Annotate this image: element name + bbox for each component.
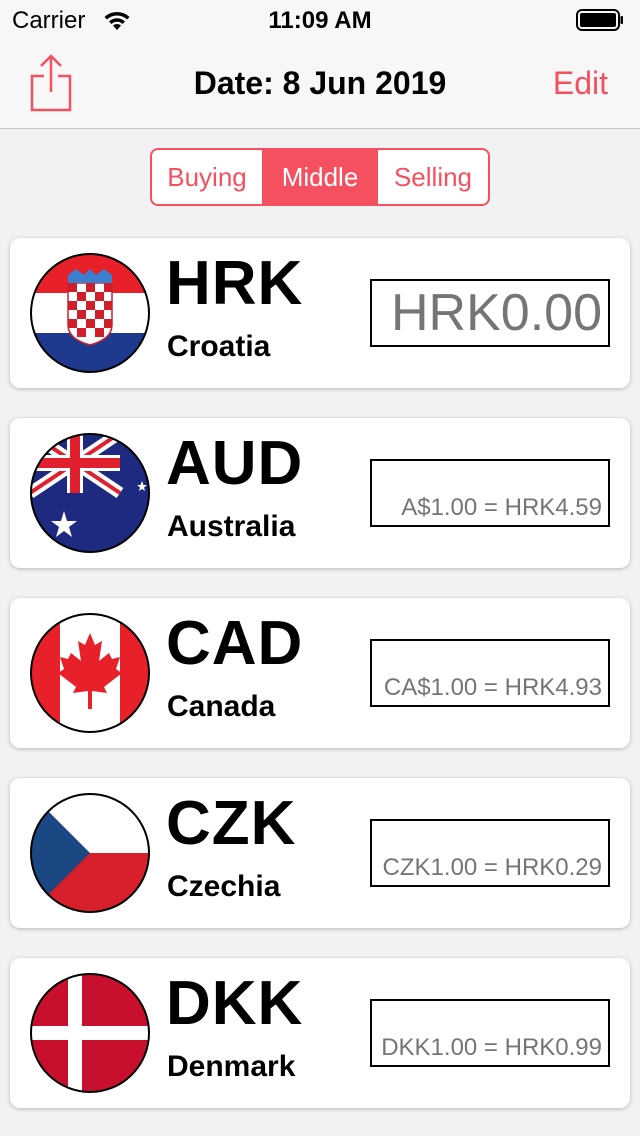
currency-code: CAD: [166, 609, 304, 678]
currency-code: AUD: [166, 429, 304, 498]
currency-card-aud[interactable]: AUD Australia: [10, 418, 630, 568]
amount-input-hrk[interactable]: [370, 279, 610, 347]
denmark-flag-icon: [30, 973, 150, 1093]
currency-card-hrk[interactable]: HRK Croatia: [10, 238, 630, 388]
edit-button[interactable]: Edit: [553, 65, 608, 102]
currency-code: DKK: [166, 969, 304, 1038]
croatia-flag-icon: [30, 253, 150, 373]
battery-icon: [576, 9, 623, 31]
czechia-flag-icon: [30, 793, 150, 913]
clock: 11:09 AM: [268, 7, 372, 34]
navigation-bar: Date: 8 Jun 2019 Edit: [0, 40, 640, 129]
currency-card-cad[interactable]: CAD Canada: [10, 598, 630, 748]
segment-buying[interactable]: Buying: [152, 150, 262, 204]
country-name: Croatia: [167, 330, 271, 363]
amount-input-aud[interactable]: [370, 459, 610, 527]
australia-flag-icon: [30, 433, 150, 553]
page-title: Date: 8 Jun 2019: [193, 65, 447, 101]
country-name: Denmark: [167, 1050, 296, 1083]
segment-middle[interactable]: Middle: [262, 150, 376, 204]
status-bar: Carrier 11:09 AM: [0, 0, 640, 40]
currency-code: CZK: [166, 789, 297, 858]
canada-flag-icon: [30, 613, 150, 733]
segment-selling[interactable]: Selling: [376, 150, 488, 204]
rate-type-segmented-control: Buying Middle Selling: [150, 148, 490, 206]
amount-input-cad[interactable]: [370, 639, 610, 707]
currency-code: HRK: [166, 249, 304, 318]
amount-input-dkk[interactable]: [370, 999, 610, 1067]
country-name: Canada: [167, 690, 276, 723]
country-name: Czechia: [167, 870, 281, 903]
country-name: Australia: [167, 510, 296, 543]
amount-input-czk[interactable]: [370, 819, 610, 887]
currency-card-dkk[interactable]: DKK Denmark: [10, 958, 630, 1108]
currency-card-czk[interactable]: CZK Czechia: [10, 778, 630, 928]
